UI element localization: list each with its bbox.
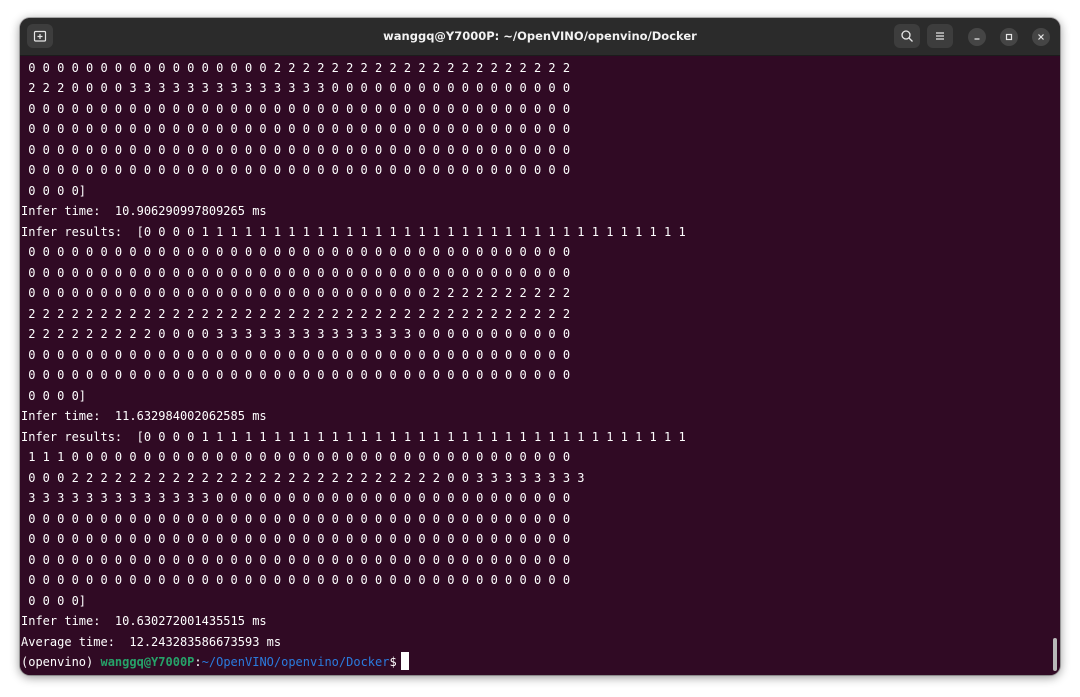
terminal-line: 0 0 0 0 0 0 0 0 0 0 0 0 0 0 0 0 0 2 2 2 … [21,61,571,75]
minimize-icon [974,38,980,40]
terminal-line: 2 2 2 2 2 2 2 2 2 2 2 2 2 2 2 2 2 2 2 2 … [21,307,571,321]
terminal-output[interactable]: 0 0 0 0 0 0 0 0 0 0 0 0 0 0 0 0 0 2 2 2 … [20,56,1060,675]
title-bar[interactable]: wanggq@Y7000P: ~/OpenVINO/openvino/Docke… [20,18,1060,56]
new-tab-icon [33,30,47,42]
terminal-line: Infer time: 10.630272001435515 ms [21,614,267,628]
terminal-window: wanggq@Y7000P: ~/OpenVINO/openvino/Docke… [20,18,1060,675]
search-button[interactable] [894,24,920,48]
terminal-line: Infer results: [0 0 0 0 1 1 1 1 1 1 1 1 … [21,430,686,444]
terminal-line: 2 2 2 2 2 2 2 2 2 0 0 0 0 3 3 3 3 3 3 3 … [21,327,571,341]
terminal-line: 0 0 0 0 0 0 0 0 0 0 0 0 0 0 0 0 0 0 0 0 … [21,245,571,259]
terminal-line: 0 0 0 0 0 0 0 0 0 0 0 0 0 0 0 0 0 0 0 0 … [21,573,571,587]
terminal-line: 0 0 0 0] [21,389,87,403]
terminal-line: 0 0 0 0 0 0 0 0 0 0 0 0 0 0 0 0 0 0 0 0 … [21,553,571,567]
terminal-line: 0 0 0 0 0 0 0 0 0 0 0 0 0 0 0 0 0 0 0 0 … [21,122,571,136]
terminal-line: Infer time: 10.906290997809265 ms [21,204,267,218]
close-icon [1038,34,1044,40]
terminal-line: Infer time: 11.632984002062585 ms [21,409,267,423]
prompt-path: ~/OpenVINO/openvino/Docker [201,655,390,669]
terminal-line: 0 0 0 0 0 0 0 0 0 0 0 0 0 0 0 0 0 0 0 0 … [21,266,571,280]
terminal-line: 0 0 0 0 0 0 0 0 0 0 0 0 0 0 0 0 0 0 0 0 … [21,348,571,362]
terminal-line: 0 0 0 0 0 0 0 0 0 0 0 0 0 0 0 0 0 0 0 0 … [21,532,571,546]
terminal-line: 1 1 1 0 0 0 0 0 0 0 0 0 0 0 0 0 0 0 0 0 … [21,450,571,464]
minimize-button[interactable] [968,28,986,46]
terminal-line: 0 0 0 0 0 0 0 0 0 0 0 0 0 0 0 0 0 0 0 0 … [21,102,571,116]
terminal-line: 0 0 0 0 0 0 0 0 0 0 0 0 0 0 0 0 0 0 0 0 … [21,163,571,177]
terminal-line: 0 0 0 0 0 0 0 0 0 0 0 0 0 0 0 0 0 0 0 0 … [21,286,571,300]
close-button[interactable] [1032,28,1050,46]
prompt-separator: : [194,655,202,669]
terminal-line: 0 0 0 0 0 0 0 0 0 0 0 0 0 0 0 0 0 0 0 0 … [21,512,571,526]
search-icon [901,30,913,42]
shell-prompt-line[interactable]: (openvino) wanggq@Y7000P:~/OpenVINO/open… [21,652,409,672]
new-tab-button[interactable] [27,24,53,48]
scrollbar-thumb[interactable] [1053,638,1057,671]
text-cursor [400,652,409,670]
terminal-line: 0 0 0 0 0 0 0 0 0 0 0 0 0 0 0 0 0 0 0 0 … [21,143,571,157]
prompt-env: (openvino) [21,655,101,669]
hamburger-menu-icon [936,32,944,40]
terminal-line: 2 2 2 0 0 0 0 3 3 3 3 3 3 3 3 3 3 3 3 3 … [21,81,571,95]
terminal-line: 0 0 0 0] [21,184,87,198]
prompt-user-host: wanggq@Y7000P [100,655,195,669]
maximize-icon [1005,33,1013,41]
terminal-line: 3 3 3 3 3 3 3 3 3 3 3 3 3 0 0 0 0 0 0 0 … [21,491,571,505]
menu-button[interactable] [927,24,953,48]
terminal-line: Average time: 12.243283586673593 ms [21,635,282,649]
terminal-line: 0 0 0 0 0 0 0 0 0 0 0 0 0 0 0 0 0 0 0 0 … [21,368,571,382]
prompt-symbol: $ [389,655,397,669]
terminal-line: 0 0 0 2 2 2 2 2 2 2 2 2 2 2 2 2 2 2 2 2 … [21,471,585,485]
terminal-line: 0 0 0 0] [21,594,87,608]
maximize-button[interactable] [1000,28,1018,46]
terminal-line: Infer results: [0 0 0 0 1 1 1 1 1 1 1 1 … [21,225,686,239]
